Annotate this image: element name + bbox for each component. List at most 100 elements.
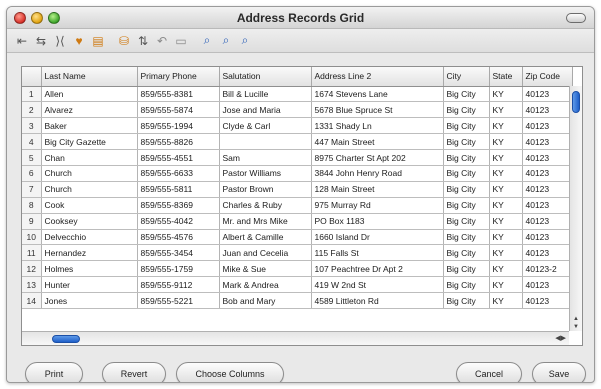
first-record-icon[interactable]: ⇤: [13, 32, 31, 50]
city-cell[interactable]: Big City: [443, 229, 490, 246]
city-cell[interactable]: Big City: [443, 117, 490, 135]
primary-phone-cell[interactable]: 859/555-4042: [137, 213, 220, 230]
last-name-cell[interactable]: Alvarez: [41, 101, 138, 119]
primary-phone-cell[interactable]: 859/555-1994: [137, 117, 220, 135]
column-header-address-line-2[interactable]: Address Line 2: [311, 67, 444, 87]
horizontal-scrollbar[interactable]: ◀▶: [22, 331, 569, 345]
state-cell[interactable]: KY: [489, 117, 523, 135]
find-icon[interactable]: ⌕: [217, 32, 235, 50]
state-cell[interactable]: KY: [489, 229, 523, 246]
column-header-primary-phone[interactable]: Primary Phone: [137, 67, 220, 87]
table-row[interactable]: 10 Delvecchio 859/555-4576 Albert & Camille…: [22, 229, 573, 246]
last-name-cell[interactable]: Holmes: [41, 260, 138, 278]
address-line-2-cell[interactable]: 115 Falls St: [311, 244, 444, 262]
state-cell[interactable]: KY: [489, 149, 523, 166]
table-row[interactable]: 8 Cook 859/555-8369 Charles & Ruby 975 Murra…: [22, 197, 573, 214]
last-name-cell[interactable]: Hernandez: [41, 244, 138, 262]
table-row[interactable]: 14 Jones 859/555-5221 Bob and Mary 4589 Litt…: [22, 292, 573, 309]
salutation-cell[interactable]: Mr. and Mrs Mike: [219, 213, 312, 230]
column-header-city[interactable]: City: [443, 67, 490, 87]
address-line-2-cell[interactable]: 8975 Charter St Apt 202: [311, 149, 444, 166]
zip-code-cell[interactable]: 40123: [522, 165, 573, 182]
city-cell[interactable]: Big City: [443, 292, 490, 309]
last-name-cell[interactable]: Allen: [41, 86, 138, 103]
address-line-2-cell[interactable]: 107 Peachtree Dr Apt 2: [311, 260, 444, 278]
primary-phone-cell[interactable]: 859/555-4551: [137, 149, 220, 166]
primary-phone-cell[interactable]: 859/555-1759: [137, 260, 220, 278]
city-cell[interactable]: Big City: [443, 86, 490, 103]
state-cell[interactable]: KY: [489, 244, 523, 262]
last-name-cell[interactable]: Church: [41, 181, 138, 198]
address-line-2-cell[interactable]: 4589 Littleton Rd: [311, 292, 444, 309]
state-cell[interactable]: KY: [489, 276, 523, 294]
last-name-cell[interactable]: Church: [41, 165, 138, 182]
notes-icon[interactable]: ▤: [89, 32, 107, 50]
state-cell[interactable]: KY: [489, 197, 523, 214]
address-line-2-cell[interactable]: 5678 Blue Spruce St: [311, 101, 444, 119]
table-row[interactable]: 4 Big City Gazette 859/555-8826 447 Main St…: [22, 133, 573, 151]
zip-code-cell[interactable]: 40123: [522, 197, 573, 214]
table-row[interactable]: 1 Allen 859/555-8381 Bill & Lucille 1674 Ste…: [22, 86, 573, 103]
address-line-2-cell[interactable]: 3844 John Henry Road: [311, 165, 444, 182]
primary-phone-cell[interactable]: 859/555-8826: [137, 133, 220, 151]
zip-code-cell[interactable]: 40123-2: [522, 260, 573, 278]
table-row[interactable]: 2 Alvarez 859/555-5874 Jose and Maria 5678 B…: [22, 101, 573, 119]
folder-icon[interactable]: ▭: [172, 32, 190, 50]
column-header-last-name[interactable]: Last Name: [41, 67, 138, 87]
zip-code-cell[interactable]: 40123: [522, 117, 573, 135]
salutation-cell[interactable]: Mike & Sue: [219, 260, 312, 278]
table-row[interactable]: 7 Church 859/555-5811 Pastor Brown 128 Main …: [22, 181, 573, 198]
last-name-cell[interactable]: Big City Gazette: [41, 133, 138, 151]
table-row[interactable]: 12 Holmes 859/555-1759 Mike & Sue 107 Peacht…: [22, 260, 573, 278]
primary-phone-cell[interactable]: 859/555-4576: [137, 229, 220, 246]
city-cell[interactable]: Big City: [443, 244, 490, 262]
address-line-2-cell[interactable]: 128 Main Street: [311, 181, 444, 198]
vertical-scrollbar[interactable]: ▲ ▼: [569, 86, 582, 331]
salutation-cell[interactable]: Jose and Maria: [219, 101, 312, 119]
print-button[interactable]: Print: [25, 362, 83, 382]
sort-icon[interactable]: ⇅: [134, 32, 152, 50]
salutation-cell[interactable]: Juan and Cecelia: [219, 244, 312, 262]
salutation-cell[interactable]: Bob and Mary: [219, 292, 312, 309]
table-row[interactable]: 6 Church 859/555-6633 Pastor Williams 3844 J…: [22, 165, 573, 182]
primary-phone-cell[interactable]: 859/555-3454: [137, 244, 220, 262]
primary-phone-cell[interactable]: 859/555-6633: [137, 165, 220, 182]
salutation-cell[interactable]: Sam: [219, 149, 312, 166]
last-name-cell[interactable]: Cook: [41, 197, 138, 214]
save-button[interactable]: Save: [532, 362, 586, 382]
horizontal-scroll-arrows[interactable]: ◀▶: [555, 334, 566, 342]
city-cell[interactable]: Big City: [443, 276, 490, 294]
database-icon[interactable]: ⛁: [115, 32, 133, 50]
table-row[interactable]: 5 Chan 859/555-4551 Sam 8975 Charter St Apt …: [22, 149, 573, 166]
zip-code-cell[interactable]: 40123: [522, 229, 573, 246]
zip-code-cell[interactable]: 40123: [522, 101, 573, 119]
city-cell[interactable]: Big City: [443, 149, 490, 166]
salutation-cell[interactable]: Clyde & Carl: [219, 117, 312, 135]
address-line-2-cell[interactable]: 447 Main Street: [311, 133, 444, 151]
address-line-2-cell[interactable]: PO Box 1183: [311, 213, 444, 230]
table-row[interactable]: 11 Hernandez 859/555-3454 Juan and Cecelia 1…: [22, 244, 573, 262]
primary-phone-cell[interactable]: 859/555-5811: [137, 181, 220, 198]
primary-phone-cell[interactable]: 859/555-5874: [137, 101, 220, 119]
state-cell[interactable]: KY: [489, 133, 523, 151]
zip-code-cell[interactable]: 40123: [522, 133, 573, 151]
zoom-icon[interactable]: ⌕: [198, 32, 216, 50]
city-cell[interactable]: Big City: [443, 197, 490, 214]
city-cell[interactable]: Big City: [443, 165, 490, 182]
vertical-scroll-arrows[interactable]: ▲ ▼: [570, 315, 582, 331]
last-name-cell[interactable]: Cooksey: [41, 213, 138, 230]
stop-icon[interactable]: ⟩⟨: [51, 32, 69, 50]
city-cell[interactable]: Big City: [443, 181, 490, 198]
salutation-cell[interactable]: Mark & Andrea: [219, 276, 312, 294]
state-cell[interactable]: KY: [489, 260, 523, 278]
table-row[interactable]: 3 Baker 859/555-1994 Clyde & Carl 1331 Shady…: [22, 117, 573, 135]
address-line-2-cell[interactable]: 975 Murray Rd: [311, 197, 444, 214]
address-line-2-cell[interactable]: 1660 Island Dr: [311, 229, 444, 246]
split-view-icon[interactable]: ⇆: [32, 32, 50, 50]
state-cell[interactable]: KY: [489, 86, 523, 103]
salutation-cell[interactable]: Pastor Williams: [219, 165, 312, 182]
primary-phone-cell[interactable]: 859/555-8381: [137, 86, 220, 103]
import-icon[interactable]: ♥: [70, 32, 88, 50]
undo-icon[interactable]: ↶: [153, 32, 171, 50]
primary-phone-cell[interactable]: 859/555-8369: [137, 197, 220, 214]
